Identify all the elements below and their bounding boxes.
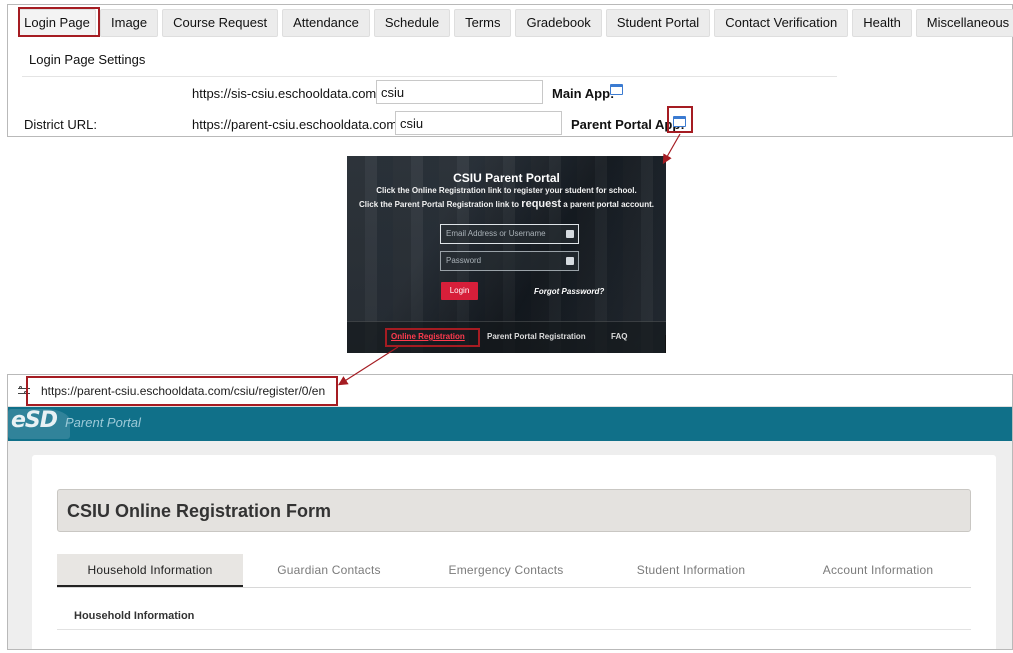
portal-instruction-2-emphasis: request <box>521 198 562 210</box>
parent-portal-app-label: Parent Portal App: <box>571 117 685 132</box>
tab-schedule[interactable]: Schedule <box>373 9 451 37</box>
address-bar-url[interactable]: https://parent-csiu.eschooldata.com/csiu… <box>41 384 325 398</box>
portal-edge-line <box>665 335 666 353</box>
portal-email-placeholder: Email Address or Username <box>446 229 546 238</box>
main-app-row: https://sis-csiu.eschooldata.com/ Main A… <box>8 80 1008 106</box>
parent-portal-registration-link[interactable]: Parent Portal Registration <box>487 332 586 341</box>
portal-email-input[interactable]: Email Address or Username <box>440 224 579 244</box>
section-title: Login Page Settings <box>29 52 146 67</box>
portal-forgot-password-link[interactable]: Forgot Password? <box>534 287 604 296</box>
parent-portal-login-preview: CSIU Parent Portal Click the Online Regi… <box>347 156 666 353</box>
portal-login-button[interactable]: Login <box>441 282 478 300</box>
tab-account-information[interactable]: Account Information <box>785 554 971 587</box>
main-app-url-prefix: https://sis-csiu.eschooldata.com/ <box>192 86 380 101</box>
portal-password-input[interactable]: Password <box>440 251 579 271</box>
online-registration-link[interactable]: Online Registration <box>391 332 465 341</box>
portal-instruction-1: Click the Online Registration link to re… <box>376 186 637 195</box>
form-title-box: CSIU Online Registration Form <box>57 489 971 532</box>
parent-portal-url-input[interactable] <box>395 111 562 135</box>
district-url-row: District URL: https://parent-csiu.eschoo… <box>8 111 1008 137</box>
tab-image[interactable]: Image <box>100 9 159 37</box>
site-settings-icon[interactable] <box>18 385 30 397</box>
settings-tab-bar: Login Page Image Course Request Attendan… <box>18 9 1013 37</box>
household-information-heading: Household Information <box>74 610 195 622</box>
esd-header: eSD Parent Portal <box>8 407 1012 441</box>
parent-portal-window-icon[interactable] <box>673 116 686 127</box>
section-header: Login Page Settings <box>22 45 837 77</box>
registration-browser-window: https://parent-csiu.eschooldata.com/csiu… <box>7 374 1013 650</box>
portal-instruction-2: Click the Parent Portal Registration lin… <box>347 198 666 210</box>
faq-link[interactable]: FAQ <box>611 332 627 341</box>
tab-household-information[interactable]: Household Information <box>57 554 243 587</box>
tab-miscellaneous[interactable]: Miscellaneous <box>915 9 1013 37</box>
registration-form-card: CSIU Online Registration Form Household … <box>32 455 996 649</box>
parent-portal-url-prefix: https://parent-csiu.eschooldata.com/ <box>192 117 401 132</box>
main-app-window-icon[interactable] <box>610 84 623 95</box>
parent-portal-app-name: Parent Portal <box>65 415 141 430</box>
tab-attendance[interactable]: Attendance <box>282 9 370 37</box>
arrow-to-portal <box>662 133 681 165</box>
esd-logo[interactable]: eSD <box>11 408 58 433</box>
portal-title: CSIU Parent Portal <box>453 171 560 185</box>
tab-emergency-contacts[interactable]: Emergency Contacts <box>415 554 597 587</box>
registration-tabs: Household Information Guardian Contacts … <box>57 554 971 588</box>
tab-course-request[interactable]: Course Request <box>162 9 279 37</box>
portal-password-placeholder: Password <box>446 256 482 265</box>
district-url-label: District URL: <box>24 117 97 132</box>
portal-instruction-2-end: a parent portal account. <box>563 200 654 209</box>
tab-guardian-contacts[interactable]: Guardian Contacts <box>243 554 415 587</box>
tab-login-page[interactable]: Login Page <box>18 9 96 37</box>
keyboard-icon <box>566 230 574 238</box>
address-bar[interactable]: https://parent-csiu.eschooldata.com/csiu… <box>8 375 1012 407</box>
main-app-label: Main App: <box>552 86 615 101</box>
keyboard-icon <box>566 257 574 265</box>
tab-terms[interactable]: Terms <box>454 9 512 37</box>
portal-instruction-2-start: Click the Parent Portal Registration lin… <box>359 200 520 209</box>
login-page-settings-panel: Login Page Image Course Request Attendan… <box>7 4 1013 137</box>
tab-student-information[interactable]: Student Information <box>597 554 785 587</box>
form-title: CSIU Online Registration Form <box>67 501 332 521</box>
tab-student-portal[interactable]: Student Portal <box>605 9 711 37</box>
main-app-url-input[interactable] <box>376 80 543 104</box>
tab-health[interactable]: Health <box>852 9 912 37</box>
tab-gradebook[interactable]: Gradebook <box>515 9 602 37</box>
tab-contact-verification[interactable]: Contact Verification <box>714 9 849 37</box>
subsection-divider <box>57 629 971 630</box>
